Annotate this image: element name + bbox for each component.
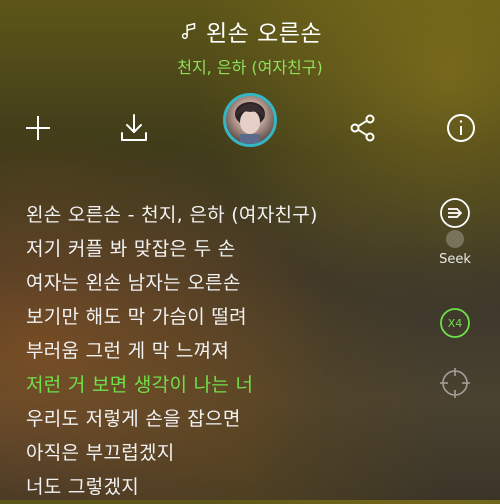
- crosshair-icon[interactable]: [438, 366, 472, 400]
- artist-avatar[interactable]: [223, 93, 277, 147]
- plus-icon: [26, 116, 50, 140]
- seek-toggle[interactable]: [446, 230, 464, 248]
- seek-icon[interactable]: [438, 196, 472, 230]
- info-button[interactable]: [441, 108, 481, 148]
- lyric-line[interactable]: 여자는 왼손 남자는 오른손: [26, 266, 446, 300]
- add-button[interactable]: [18, 108, 58, 148]
- download-button[interactable]: [114, 108, 154, 148]
- download-icon: [121, 114, 147, 141]
- lyric-line[interactable]: 부러움 그런 게 막 느껴져: [26, 334, 446, 368]
- song-title: 왼손 오른손: [205, 21, 323, 47]
- lyric-line[interactable]: 보기만 해도 막 가슴이 떨려: [26, 300, 446, 334]
- lyrics-panel[interactable]: 왼손 오른손 - 천지, 은하 (여자친구) 저기 커플 봐 맞잡은 두 손 여…: [26, 198, 446, 504]
- lyric-line[interactable]: 너도 그렇겠지: [26, 470, 446, 504]
- music-note-icon: [181, 22, 196, 40]
- share-button[interactable]: [343, 108, 383, 148]
- speed-label: X4: [448, 317, 463, 330]
- lyric-line[interactable]: 저기 커플 봐 맞잡은 두 손: [26, 232, 446, 266]
- avatar-image: [235, 102, 265, 144]
- share-icon: [350, 114, 375, 142]
- title-row: 왼손 오른손: [0, 14, 500, 48]
- speed-circle-icon: X4: [440, 308, 470, 338]
- info-icon: [447, 114, 475, 142]
- speed-x4-button[interactable]: X4: [438, 306, 472, 340]
- seek-label: Seek: [439, 252, 471, 267]
- artist-name[interactable]: 천지, 은하 (여자친구): [0, 54, 500, 78]
- lyric-line-current[interactable]: 저런 거 보면 생각이 나는 너: [26, 368, 446, 402]
- lyric-line[interactable]: 아직은 부끄럽겠지: [26, 436, 446, 470]
- lyric-line[interactable]: 우리도 저렇게 손을 잡으면: [26, 402, 446, 436]
- lyric-line[interactable]: 왼손 오른손 - 천지, 은하 (여자친구): [26, 198, 446, 232]
